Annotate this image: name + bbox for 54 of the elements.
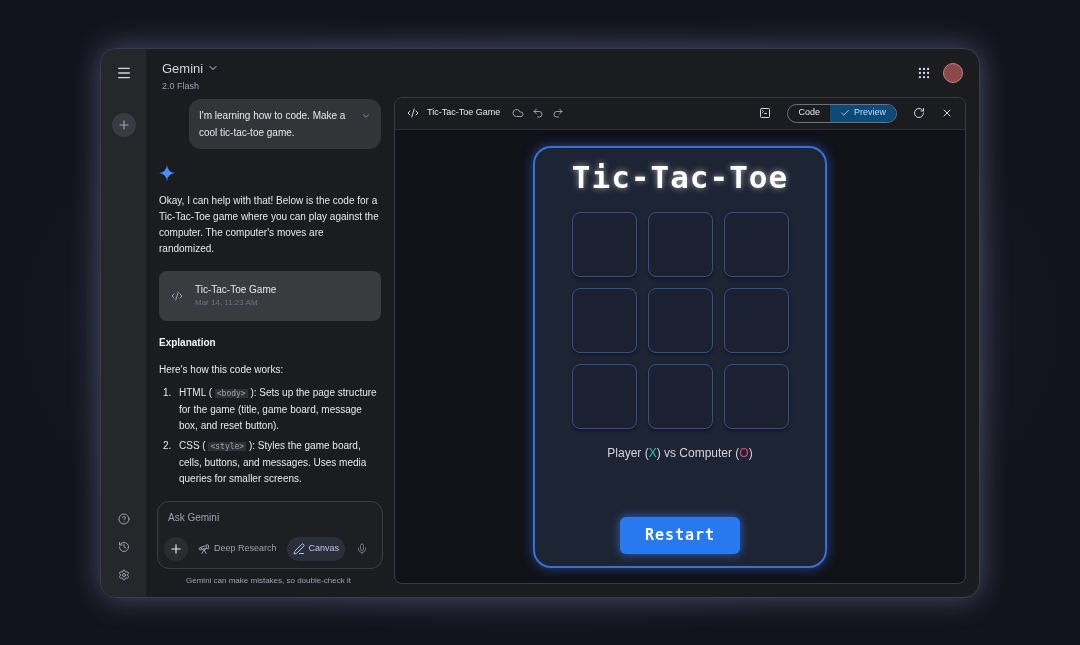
board-cell[interactable] bbox=[647, 364, 713, 429]
avatar[interactable] bbox=[943, 62, 963, 83]
status-text: Player (X) vs Computer (O) bbox=[607, 445, 753, 462]
list-item: HTML ( <body> ): Sets up the page structure for the game (title, game board, message box, and reset button). bbox=[179, 385, 378, 433]
plus-icon bbox=[116, 117, 131, 132]
board-cell[interactable] bbox=[723, 212, 789, 277]
restart-button[interactable]: Restart bbox=[620, 517, 740, 554]
undo-icon[interactable] bbox=[532, 107, 545, 119]
game-title: Tic-Tac-Toe bbox=[571, 157, 789, 197]
list-number: 2. bbox=[163, 438, 173, 453]
code-icon bbox=[407, 107, 419, 119]
model-label: 2.0 Flash bbox=[162, 80, 201, 93]
refresh-icon[interactable] bbox=[913, 107, 925, 119]
code-icon bbox=[171, 289, 183, 302]
apps-grid-icon[interactable] bbox=[917, 65, 931, 80]
console-icon[interactable] bbox=[759, 107, 772, 119]
view-tab[interactable]: Code bbox=[788, 104, 830, 122]
settings-icon[interactable] bbox=[117, 568, 130, 581]
view-tab[interactable]: Preview bbox=[830, 104, 896, 122]
prompt-field[interactable]: Ask Gemini bbox=[164, 509, 364, 525]
section-heading: Explanation bbox=[159, 335, 217, 350]
close-icon[interactable] bbox=[941, 107, 953, 119]
new-chat-button[interactable] bbox=[111, 112, 136, 137]
list-item: CSS ( <style> ): Styles the game board, cells, buttons, and messages. Uses media queries for smaller screens. bbox=[179, 438, 368, 486]
document-card[interactable]: Tic-Tac-Toe Game Mar 14, 11:23 AM bbox=[159, 270, 381, 321]
board-cell[interactable] bbox=[571, 288, 637, 353]
microphone-icon[interactable] bbox=[356, 542, 368, 555]
document-date: Mar 14, 11:23 AM bbox=[195, 297, 259, 309]
disclaimer: Gemini can make mistakes, so double-check it bbox=[185, 574, 352, 587]
tool-chip[interactable]: Canvas bbox=[286, 536, 346, 561]
canvas-title: Tic-Tac-Toe Game bbox=[427, 106, 501, 120]
cloud-icon[interactable] bbox=[512, 107, 525, 119]
board-cell[interactable] bbox=[647, 212, 713, 277]
redo-icon[interactable] bbox=[552, 107, 565, 119]
add-button[interactable] bbox=[164, 536, 188, 561]
board-cell[interactable] bbox=[723, 364, 789, 429]
tool-chip[interactable]: Deep Research bbox=[192, 536, 283, 561]
check-icon bbox=[840, 108, 850, 118]
board-cell[interactable] bbox=[647, 288, 713, 353]
list-number: 1. bbox=[163, 385, 173, 400]
app-title[interactable]: Gemini bbox=[162, 58, 204, 78]
telescope-icon bbox=[198, 542, 210, 555]
document-title: Tic-Tac-Toe Game bbox=[195, 283, 277, 297]
pen-icon bbox=[292, 542, 305, 555]
response-text: Okay, I can help with that! Below is the code for a Tic-Tac-Toe game where you can play against the computer. The computer's moves are randomized. bbox=[159, 193, 380, 256]
board-cell[interactable] bbox=[723, 288, 789, 353]
help-icon[interactable] bbox=[117, 512, 130, 525]
board-cell[interactable] bbox=[571, 212, 637, 277]
plus-icon bbox=[169, 541, 183, 556]
lead-text: Here's how this code works: bbox=[159, 362, 285, 377]
board-cell[interactable] bbox=[571, 364, 637, 429]
user-message: I'm learning how to code. Make a cool tic-tac-toe game. bbox=[189, 98, 381, 149]
sparkle-icon bbox=[159, 164, 175, 181]
history-icon[interactable] bbox=[117, 540, 130, 553]
